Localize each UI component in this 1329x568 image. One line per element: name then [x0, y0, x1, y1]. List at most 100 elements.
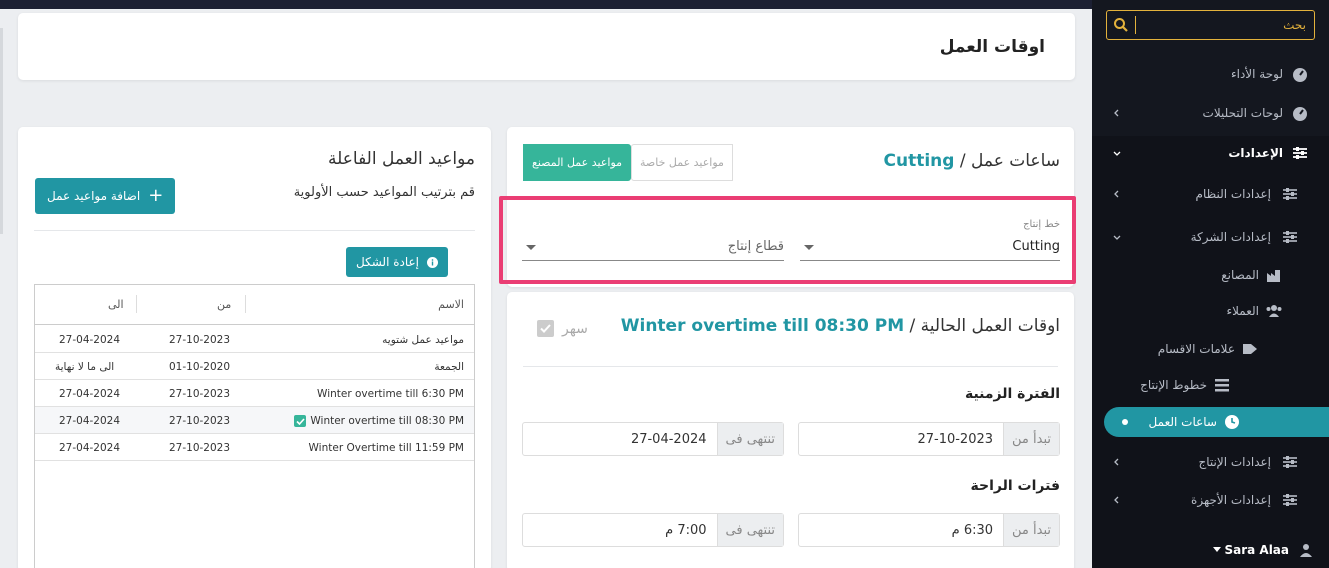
scroll-edge	[0, 28, 3, 234]
page-header: اوقات العمل	[18, 13, 1075, 80]
row-to: 27-04-2024	[59, 334, 121, 346]
chevron-left-icon	[1114, 190, 1119, 198]
break-end-field[interactable]: تنتهى فى 7:00 م	[522, 513, 784, 547]
sidebar-item-department-tags[interactable]: علامات الاقسام	[1092, 334, 1329, 364]
sidebar-item-company-settings[interactable]: إعدادات الشركة	[1092, 222, 1329, 252]
sidebar-item-dashboard[interactable]: لوحة الأداء	[1092, 59, 1329, 89]
row-to: الى ما لا نهاية	[55, 361, 115, 373]
row-name-cell: Winter overtime till 08:30 PM	[294, 415, 464, 427]
gauge-icon	[1293, 107, 1307, 121]
sidebar-item-factories[interactable]: المصانع	[1092, 260, 1329, 290]
sliders-icon	[1283, 231, 1297, 243]
period-title: الفترة الزمنية	[964, 386, 1060, 402]
table-row[interactable]: Winter overtime till 6:30 PM 27-10-2023 …	[35, 380, 474, 407]
row-from: 27-10-2023	[169, 415, 231, 427]
row-to: 27-04-2024	[59, 442, 121, 454]
break-end-label: تنتهى فى	[716, 514, 783, 546]
gauge-icon	[1293, 68, 1307, 82]
row-from: 27-10-2023	[169, 442, 231, 454]
chevron-left-icon	[1114, 109, 1119, 117]
sidebar-item-clients[interactable]: العملاء	[1092, 296, 1329, 326]
sidebar-item-label: إعدادات الأجهزة	[1191, 493, 1271, 507]
column-header-name[interactable]: الاسم	[438, 298, 464, 311]
reset-layout-button[interactable]: إعادة الشكل	[346, 247, 449, 277]
end-date-field[interactable]: تنتهى فى 27-04-2024	[522, 422, 784, 456]
page-title: اوقات العمل	[939, 37, 1045, 57]
search-icon[interactable]	[1113, 17, 1129, 33]
user-icon	[1300, 544, 1312, 557]
current-hours-title: اوقات العمل الحالية / Winter overtime ti…	[621, 316, 1060, 336]
sidebar-item-label: إعدادات النظام	[1195, 187, 1271, 201]
row-name: Winter Overtime till 11:59 PM	[308, 442, 464, 454]
lines-icon	[1215, 379, 1229, 392]
chevron-left-icon	[1114, 458, 1119, 466]
line-name: Cutting	[883, 151, 955, 171]
user-menu[interactable]: Sara Alaa	[1092, 534, 1329, 566]
end-label: تنتهى فى	[716, 423, 783, 455]
row-to: 27-04-2024	[59, 388, 121, 400]
divider	[523, 366, 1058, 367]
overnight-label: سهر	[562, 320, 588, 337]
factory-hours-button[interactable]: مواعيد عمل المصنع	[523, 144, 632, 181]
highlight-box	[499, 196, 1076, 284]
sidebar-item-system-settings[interactable]: إعدادات النظام	[1092, 179, 1329, 209]
sliders-icon	[1283, 494, 1297, 506]
add-schedule-button[interactable]: + اضافة مواعيد عمل	[35, 178, 176, 214]
clock-icon	[1225, 415, 1239, 429]
break-start-field[interactable]: تبدأ من 6:30 م	[798, 513, 1060, 547]
table-row[interactable]: مواعيد عمل شتويه 27-10-2023 27-04-2024	[35, 326, 474, 353]
sidebar-item-label: لوحة الأداء	[1230, 67, 1283, 81]
plus-icon: +	[148, 185, 164, 206]
user-name: Sara Alaa	[1224, 543, 1289, 557]
sidebar-item-work-hours[interactable]: ساعات العمل	[1104, 407, 1329, 437]
work-hours-title: ساعات عمل / Cutting	[884, 151, 1060, 171]
table-row[interactable]: Winter Overtime till 11:59 PM 27-10-2023…	[35, 434, 474, 461]
active-schedules-title: مواعيد العمل الفاعلة	[328, 149, 475, 169]
sidebar-item-label: المصانع	[1221, 268, 1259, 282]
sidebar-item-production-settings[interactable]: إعدادات الإنتاج	[1092, 447, 1329, 477]
schedule-name: Winter overtime till 08:30 PM	[620, 316, 905, 336]
special-hours-button[interactable]: مواعيد عمل خاصة	[631, 144, 733, 181]
title-prefix: ساعات عمل /	[959, 151, 1060, 171]
break-start-label: تبدأ من	[1003, 514, 1059, 546]
chevron-down-icon	[1113, 151, 1121, 156]
column-separator[interactable]	[245, 295, 246, 313]
factory-icon	[1267, 270, 1280, 282]
row-from: 01-10-2020	[169, 361, 231, 373]
row-name: Winter overtime till 08:30 PM	[310, 415, 464, 427]
divider	[34, 230, 475, 231]
sliders-icon	[1283, 456, 1297, 468]
row-name: Winter overtime till 6:30 PM	[317, 388, 464, 400]
table-row[interactable]: الجمعة 01-10-2020 الى ما لا نهاية	[35, 353, 474, 380]
row-from: 27-10-2023	[169, 334, 231, 346]
info-icon	[427, 256, 439, 268]
sidebar-item-device-settings[interactable]: إعدادات الأجهزة	[1092, 485, 1329, 515]
column-header-from[interactable]: من	[217, 298, 231, 311]
schedule-type-toggle: مواعيد عمل المصنع مواعيد عمل خاصة	[523, 144, 733, 181]
sliders-icon	[1293, 147, 1307, 159]
sidebar-item-analytics[interactable]: لوحات التحليلات	[1092, 98, 1329, 128]
row-name: مواعيد عمل شتويه	[382, 334, 464, 346]
search-box[interactable]	[1106, 10, 1315, 40]
break-start-value: 6:30 م	[951, 522, 994, 538]
break-end-value: 7:00 م	[665, 522, 707, 538]
sidebar-item-label: ساعات العمل	[1148, 415, 1217, 429]
overnight-checkbox[interactable]: سهر	[537, 320, 588, 337]
row-from: 27-10-2023	[169, 388, 231, 400]
sidebar-item-label: الإعدادات	[1228, 146, 1283, 160]
check-icon	[540, 324, 551, 333]
sidebar-item-label: إعدادات الإنتاج	[1198, 455, 1271, 469]
search-input[interactable]	[1146, 15, 1306, 35]
caret-down-icon	[1213, 547, 1221, 552]
reset-layout-label: إعادة الشكل	[356, 255, 420, 269]
end-date-value: 27-04-2024	[630, 431, 707, 447]
column-header-to[interactable]: الى	[108, 298, 124, 311]
sidebar-item-production-lines[interactable]: خطوط الإنتاج	[1092, 370, 1329, 400]
table-row-selected[interactable]: Winter overtime till 08:30 PM 27-10-2023…	[35, 407, 474, 434]
sliders-icon	[1283, 188, 1297, 200]
sidebar-item-label: علامات الاقسام	[1157, 342, 1235, 356]
sidebar-item-settings[interactable]: الإعدادات	[1092, 138, 1329, 168]
checkbox[interactable]	[537, 320, 554, 337]
start-date-field[interactable]: تبدأ من 27-10-2023	[798, 422, 1060, 456]
column-separator[interactable]	[136, 295, 137, 313]
